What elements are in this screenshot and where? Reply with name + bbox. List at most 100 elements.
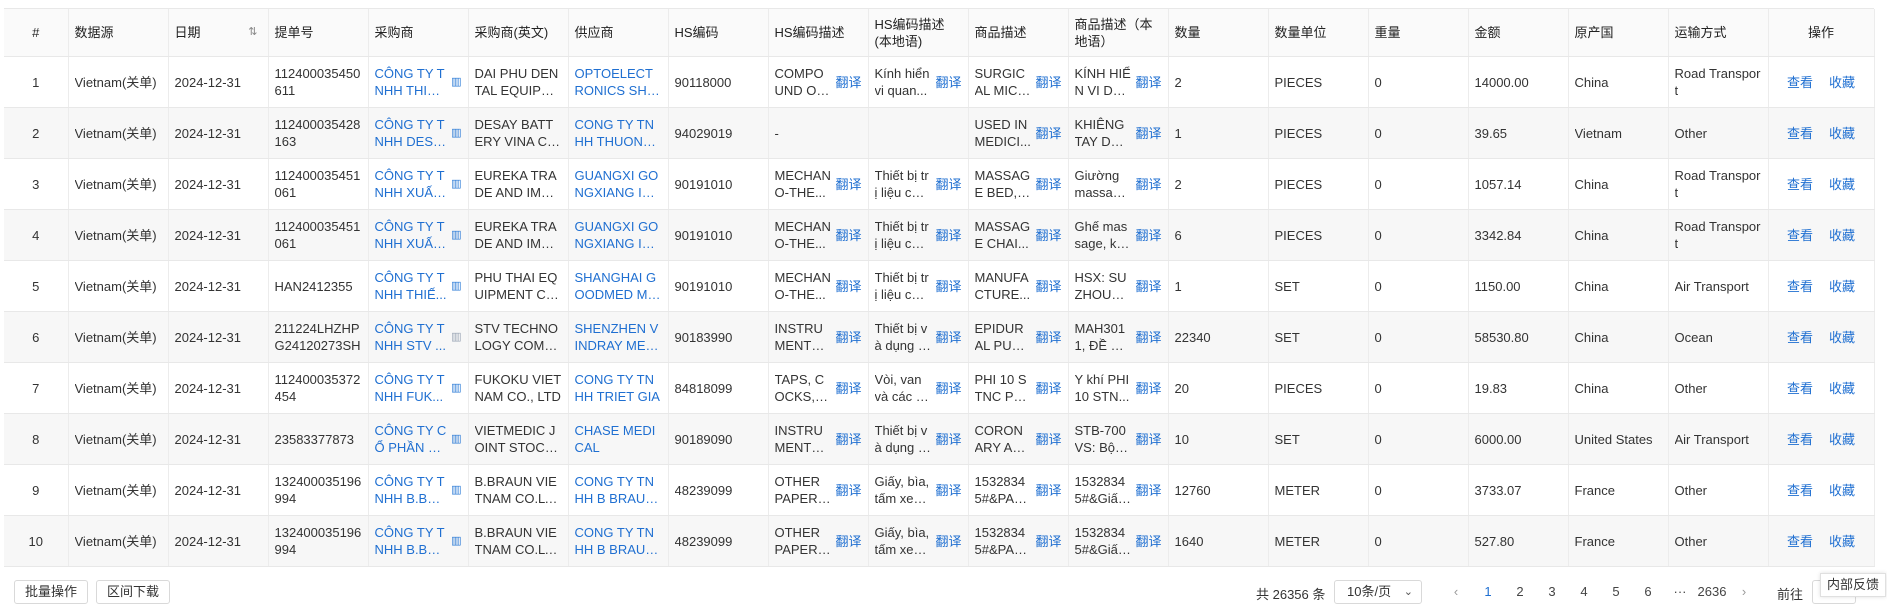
supplier-cell[interactable]: SHANGHAI GOODMED MED... — [568, 260, 669, 312]
view-button[interactable]: 查看 — [1787, 227, 1813, 244]
view-button[interactable]: 查看 — [1787, 482, 1813, 499]
favorite-button[interactable]: 收藏 — [1829, 533, 1855, 550]
page-button[interactable]: 4 — [1568, 584, 1600, 599]
buyer-cell-link[interactable]: CÔNG TY TNHH FUK... — [375, 371, 448, 405]
translate-button[interactable]: 翻译 — [835, 533, 861, 550]
supplier-cell-link[interactable]: CONG TY TNHH TRIET GIA — [575, 371, 662, 405]
buyer-cell-link[interactable]: CÔNG TY TNHH XUẤT NHẬ... — [375, 167, 448, 201]
table-row[interactable]: 6 Vietnam(关单) 2024-12-31 211224LHZHPG241202… — [4, 311, 1875, 363]
sort-icon[interactable]: ⇅ — [248, 24, 257, 41]
favorite-button[interactable]: 收藏 — [1829, 482, 1855, 499]
translate-button[interactable]: 翻译 — [935, 176, 961, 193]
supplier-cell-link[interactable]: CONG TY TNHH THUONG ... — [575, 116, 662, 150]
buyer-cell-link[interactable]: CÔNG TY CỔ PHẦN VI... — [375, 422, 448, 456]
supplier-cell[interactable]: SHENZHEN VINDRAY MEDI... — [568, 311, 669, 363]
translate-button[interactable]: 翻译 — [1035, 125, 1061, 142]
page-size-select[interactable]: 10条/页 ⌄ — [1334, 580, 1422, 604]
supplier-cell[interactable]: CHASE MEDICAL — [568, 413, 669, 465]
translate-button[interactable]: 翻译 — [1035, 278, 1061, 295]
buyer-cell-link[interactable]: CÔNG TY TNHH THIẾ... — [375, 269, 448, 303]
translate-button[interactable]: 翻译 — [1135, 74, 1161, 91]
view-button[interactable]: 查看 — [1787, 431, 1813, 448]
favorite-button[interactable]: 收藏 — [1829, 176, 1855, 193]
table-row[interactable]: 4 Vietnam(关单) 2024-12-31 112400035451061 CÔN… — [4, 209, 1875, 261]
buyer-cell-link[interactable]: CÔNG TY TNHH B.BR... — [375, 473, 448, 507]
translate-button[interactable]: 翻译 — [935, 482, 961, 499]
favorite-button[interactable]: 收藏 — [1829, 227, 1855, 244]
translate-button[interactable]: 翻译 — [1035, 329, 1061, 346]
translate-button[interactable]: 翻译 — [835, 227, 861, 244]
supplier-cell[interactable]: CONG TY TNHH B BRAUN ... — [568, 464, 669, 516]
translate-button[interactable]: 翻译 — [1135, 380, 1161, 397]
supplier-cell-link[interactable]: GUANGXI GONGXIANG INT... — [575, 218, 662, 252]
supplier-cell[interactable]: GUANGXI GONGXIANG INT... — [568, 158, 669, 210]
favorite-button[interactable]: 收藏 — [1829, 278, 1855, 295]
view-button[interactable]: 查看 — [1787, 329, 1813, 346]
view-button[interactable]: 查看 — [1787, 125, 1813, 142]
page-button[interactable]: 2 — [1504, 584, 1536, 599]
supplier-cell[interactable]: GUANGXI GONGXIANG INT... — [568, 209, 669, 261]
buyer-cell-link[interactable]: CÔNG TY TNHH STV ... — [375, 320, 448, 354]
internal-feedback-button[interactable]: 内部反馈 — [1820, 573, 1886, 597]
view-button[interactable]: 查看 — [1787, 533, 1813, 550]
supplier-cell[interactable]: OPTOELECTRONICS SHEN... — [568, 56, 669, 108]
translate-button[interactable]: 翻译 — [935, 74, 961, 91]
table-row[interactable]: 5 Vietnam(关单) 2024-12-31 HAN2412355 CÔNG TY … — [4, 260, 1875, 312]
page-button[interactable]: 1 — [1472, 584, 1504, 599]
buyer-cell[interactable]: CÔNG TY TNHH THIẾT BỊ N...▥ — [368, 56, 469, 108]
table-row[interactable]: 9 Vietnam(关单) 2024-12-31 132400035196994 CÔN… — [4, 464, 1875, 516]
supplier-cell[interactable]: CONG TY TNHH TRIET GIA — [568, 362, 669, 414]
table-row[interactable]: 3 Vietnam(关单) 2024-12-31 112400035451061 CÔN… — [4, 158, 1875, 210]
translate-button[interactable]: 翻译 — [835, 482, 861, 499]
translate-button[interactable]: 翻译 — [835, 176, 861, 193]
buyer-cell-link[interactable]: CÔNG TY TNHH DESAY BA... — [375, 116, 448, 150]
translate-button[interactable]: 翻译 — [835, 431, 861, 448]
translate-button[interactable]: 翻译 — [1135, 329, 1161, 346]
translate-button[interactable]: 翻译 — [1135, 227, 1161, 244]
view-button[interactable]: 查看 — [1787, 74, 1813, 91]
table-row[interactable]: 10 Vietnam(关单) 2024-12-31 132400035196994 CÔ… — [4, 515, 1875, 567]
buyer-cell[interactable]: CÔNG TY TNHH XUẤT NHẬ...▥ — [368, 209, 469, 261]
page-button[interactable]: 5 — [1600, 584, 1632, 599]
translate-button[interactable]: 翻译 — [835, 380, 861, 397]
buyer-cell[interactable]: CÔNG TY TNHH XUẤT NHẬ...▥ — [368, 158, 469, 210]
page-button[interactable]: 2636 — [1696, 584, 1728, 599]
translate-button[interactable]: 翻译 — [1035, 176, 1061, 193]
supplier-cell-link[interactable]: CHASE MEDICAL — [575, 422, 662, 456]
buyer-cell-link[interactable]: CÔNG TY TNHH B.BR... — [375, 524, 448, 558]
translate-button[interactable]: 翻译 — [1135, 533, 1161, 550]
batch-operation-button[interactable]: 批量操作 — [14, 580, 89, 604]
buyer-cell-link[interactable]: CÔNG TY TNHH THIẾT BỊ N... — [375, 65, 448, 99]
supplier-cell-link[interactable]: SHENZHEN VINDRAY MEDI... — [575, 320, 662, 354]
page-button[interactable]: ··· — [1664, 584, 1696, 599]
page-button[interactable]: 3 — [1536, 584, 1568, 599]
supplier-cell[interactable]: CONG TY TNHH THUONG ... — [568, 107, 669, 159]
supplier-cell[interactable]: CONG TY TNHH B BRAUN ... — [568, 515, 669, 567]
buyer-cell[interactable]: CÔNG TY TNHH B.BR...▥ — [368, 515, 469, 567]
translate-button[interactable]: 翻译 — [935, 329, 961, 346]
translate-button[interactable]: 翻译 — [935, 227, 961, 244]
translate-button[interactable]: 翻译 — [1035, 227, 1061, 244]
translate-button[interactable]: 翻译 — [835, 74, 861, 91]
table-row[interactable]: 8 Vietnam(关单) 2024-12-31 23583377873 CÔNG TY… — [4, 413, 1875, 465]
page-button[interactable]: 6 — [1632, 584, 1664, 599]
translate-button[interactable]: 翻译 — [935, 533, 961, 550]
translate-button[interactable]: 翻译 — [935, 278, 961, 295]
range-download-button[interactable]: 区间下载 — [96, 580, 171, 604]
view-button[interactable]: 查看 — [1787, 278, 1813, 295]
translate-button[interactable]: 翻译 — [1135, 125, 1161, 142]
translate-button[interactable]: 翻译 — [1135, 482, 1161, 499]
table-row[interactable]: 2 Vietnam(关单) 2024-12-31 112400035428163 CÔN… — [4, 107, 1875, 159]
buyer-cell[interactable]: CÔNG TY CỔ PHẦN VI...▥ — [368, 413, 469, 465]
translate-button[interactable]: 翻译 — [835, 278, 861, 295]
view-button[interactable]: 查看 — [1787, 380, 1813, 397]
translate-button[interactable]: 翻译 — [1135, 278, 1161, 295]
favorite-button[interactable]: 收藏 — [1829, 125, 1855, 142]
view-button[interactable]: 查看 — [1787, 176, 1813, 193]
table-row[interactable]: 7 Vietnam(关单) 2024-12-31 112400035372454 CÔN… — [4, 362, 1875, 414]
translate-button[interactable]: 翻译 — [1035, 431, 1061, 448]
translate-button[interactable]: 翻译 — [1035, 74, 1061, 91]
buyer-cell-link[interactable]: CÔNG TY TNHH XUẤT NHẬ... — [375, 218, 448, 252]
translate-button[interactable]: 翻译 — [1135, 176, 1161, 193]
buyer-cell[interactable]: CÔNG TY TNHH B.BR...▥ — [368, 464, 469, 516]
